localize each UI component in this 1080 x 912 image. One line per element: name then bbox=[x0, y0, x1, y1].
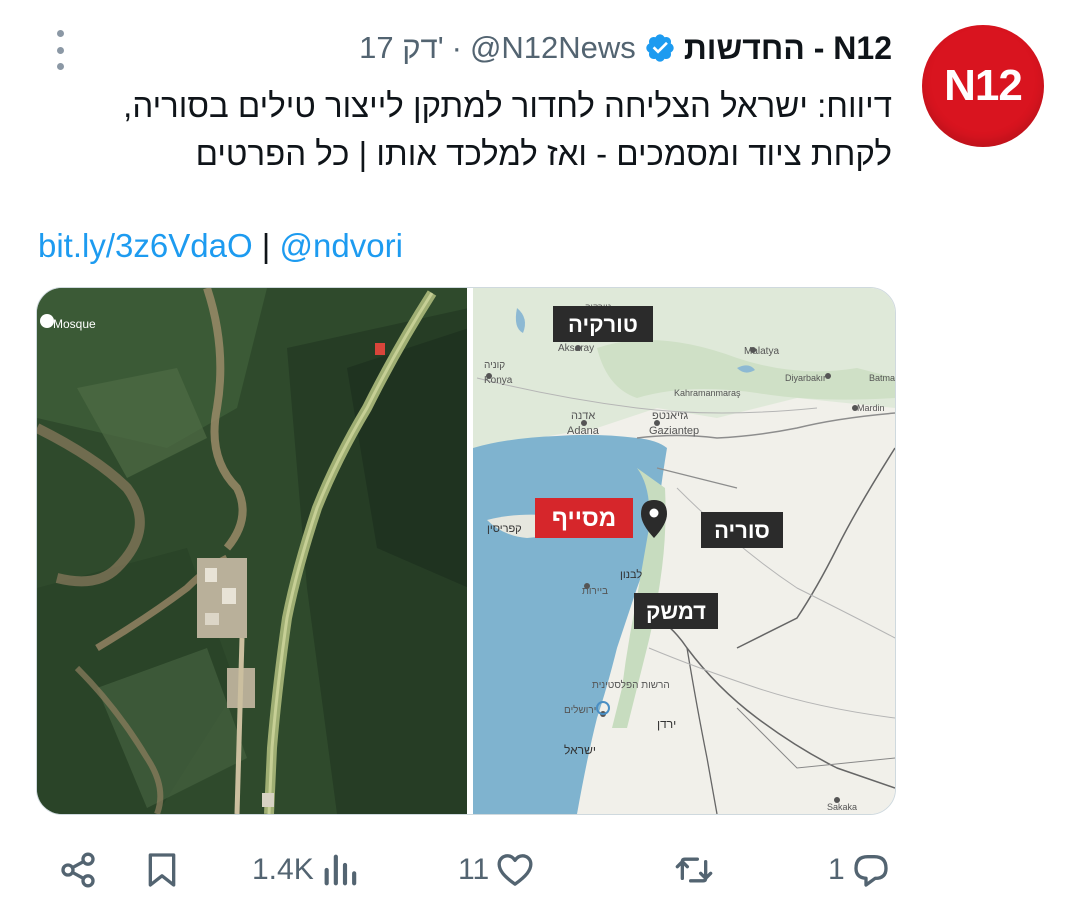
avatar-logo-text: N12 bbox=[944, 61, 1023, 110]
tweet-timestamp[interactable]: 17 דק' bbox=[359, 30, 444, 66]
reply-button[interactable]: 1 bbox=[828, 840, 891, 900]
media-image: Mosque Aksaray Malatya קוניה Konya Diyar… bbox=[37, 288, 895, 814]
like-button[interactable]: 11 bbox=[458, 840, 535, 900]
map-label-aksaray: Aksaray bbox=[558, 343, 594, 354]
map-label-sakaka: Sakaka bbox=[827, 802, 857, 812]
mention-link[interactable]: @ndvori bbox=[280, 227, 403, 264]
views-count: 1.4K bbox=[252, 853, 314, 886]
article-link[interactable]: bit.ly/3z6VdaO bbox=[38, 227, 253, 264]
tweet-text: דיווח: ישראל הצליחה לחדור למתקן לייצור ט… bbox=[32, 82, 892, 178]
retweet-button[interactable] bbox=[668, 840, 714, 900]
map-label-adana-he: אדנה bbox=[571, 410, 595, 422]
likes-count: 11 bbox=[458, 853, 490, 886]
more-options-icon[interactable] bbox=[52, 30, 68, 70]
map-label-gaziantep: Gaziantep bbox=[649, 425, 699, 437]
retweet-icon bbox=[675, 857, 713, 883]
map-label-adana: Adana bbox=[567, 425, 600, 437]
replies-count: 1 bbox=[828, 853, 845, 886]
map-label-mardin: Mardin bbox=[857, 403, 885, 413]
map-label-cyprus: קפריסין bbox=[487, 523, 522, 535]
map-label-gaziantep-he: גזיאנטפ bbox=[652, 410, 688, 422]
author-handle[interactable]: @N12News bbox=[470, 30, 636, 66]
bookmark-icon bbox=[148, 853, 176, 887]
map-image: Aksaray Malatya קוניה Konya Diyarbakır B… bbox=[473, 288, 895, 814]
map-label-israel: ישראל bbox=[564, 743, 596, 757]
views-icon bbox=[324, 854, 356, 886]
map-label-palestine: הרשות הפלסטינית bbox=[592, 679, 670, 691]
map-label-konya-he: קוניה bbox=[484, 360, 505, 371]
map-label-kahramanmaras: Kahramanmaraş bbox=[674, 388, 741, 398]
map-label-damascus: דמשק bbox=[646, 599, 706, 624]
map-label-jordan: ירדן bbox=[657, 717, 676, 731]
map-label-lebanon: לבנון bbox=[620, 568, 642, 581]
views-button[interactable]: 1.4K bbox=[252, 840, 360, 900]
map-label-turkey: טורקיה bbox=[568, 312, 638, 337]
like-icon bbox=[497, 854, 533, 886]
bookmark-button[interactable] bbox=[142, 840, 182, 900]
tweet-text-line: לקחת ציוד ומסמכים - ואז למלכד אותו | כל … bbox=[195, 135, 892, 172]
share-button[interactable] bbox=[58, 840, 98, 900]
map-label-konya: Konya bbox=[484, 375, 513, 386]
map-label-jerusalem: ירושלים bbox=[564, 704, 596, 716]
map-label-diyarbakir: Diyarbakır bbox=[785, 373, 826, 383]
tweet-header: החדשות - N12 @N12News · 17 דק' bbox=[359, 28, 892, 68]
map-label-masyaf: מסייף bbox=[552, 505, 616, 532]
mosque-label: Mosque bbox=[53, 317, 96, 331]
verified-badge-icon bbox=[646, 34, 674, 62]
satellite-image: Mosque bbox=[37, 288, 469, 814]
link-separator: | bbox=[261, 227, 271, 264]
tweet-links: bit.ly/3z6VdaO | @ndvori bbox=[38, 222, 403, 270]
header-separator: · bbox=[451, 30, 462, 65]
reply-icon bbox=[854, 855, 888, 887]
avatar[interactable]: N12 bbox=[922, 25, 1044, 147]
map-label-malatya: Malatya bbox=[744, 346, 779, 357]
map-label-beirut: ביירות bbox=[582, 586, 608, 597]
map-label-syria: סוריה bbox=[714, 518, 770, 543]
author-display-name[interactable]: החדשות - N12 bbox=[684, 30, 892, 67]
tweet-text-line: דיווח: ישראל הצליחה לחדור למתקן לייצור ט… bbox=[123, 87, 892, 124]
tweet-media[interactable]: Mosque Aksaray Malatya קוניה Konya Diyar… bbox=[36, 287, 896, 815]
map-label-batman: Batman bbox=[869, 373, 895, 383]
share-icon bbox=[61, 852, 95, 888]
tweet-actions: 1.4K 11 1 bbox=[0, 840, 1080, 900]
